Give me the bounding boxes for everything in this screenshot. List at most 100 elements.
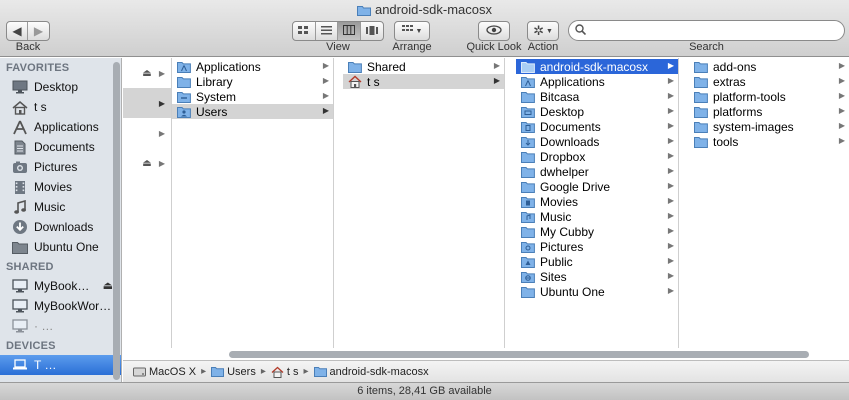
list-item[interactable]: Downloads ▶ — [516, 134, 678, 149]
list-item[interactable]: android-sdk-macosx ▶ — [516, 59, 678, 74]
arrange-label: Arrange — [392, 41, 432, 53]
forward-button[interactable]: ▶ — [28, 22, 49, 40]
sidebar-item-pictures[interactable]: Pictures — [0, 157, 121, 177]
folder-icon — [348, 60, 362, 73]
chevron-right-icon: ▶ — [493, 61, 500, 70]
list-item[interactable]: platforms ▶ — [689, 104, 849, 119]
list-item[interactable]: Public ▶ — [516, 254, 678, 269]
view-label: View — [326, 41, 350, 53]
list-item[interactable]: tools ▶ — [689, 134, 849, 149]
status-bar: 6 items, 28,41 GB available — [0, 382, 849, 400]
column-volumes: ⏏ ▶ ▶ ▶ ⏏ ▶ — [123, 58, 172, 348]
list-item[interactable]: Shared ▶ — [343, 59, 504, 74]
eject-icon[interactable]: ⏏ — [142, 68, 151, 79]
coverflow-view-button[interactable] — [361, 22, 383, 40]
icon-view-button[interactable] — [293, 22, 316, 40]
list-item[interactable]: Users ▶ — [172, 104, 333, 119]
path-separator-icon: ▸ — [303, 366, 309, 377]
volume-row[interactable]: ▶ — [123, 118, 171, 148]
list-item[interactable]: Bitcasa ▶ — [516, 89, 678, 104]
list-item[interactable]: system-images ▶ — [689, 119, 849, 134]
column-view-icon — [342, 24, 355, 38]
back-label: Back — [15, 41, 41, 53]
volume-row[interactable]: ⏏ ▶ — [123, 148, 171, 178]
downloads-icon — [12, 219, 28, 235]
chevron-right-icon: ▶ — [667, 241, 674, 250]
sidebar-item-documents[interactable]: Documents — [0, 137, 121, 157]
chevron-right-icon: ▶ — [838, 136, 845, 145]
sidebar-item-home[interactable]: t s — [0, 97, 121, 117]
sidebar-item-ubuntu-one[interactable]: Ubuntu One — [0, 237, 121, 257]
column-view-button[interactable] — [338, 22, 361, 40]
list-item[interactable]: extras ▶ — [689, 74, 849, 89]
sidebar-item-applications[interactable]: Applications — [0, 117, 121, 137]
computer-icon — [12, 318, 28, 334]
list-item[interactable]: My Cubby ▶ — [516, 224, 678, 239]
volume-row[interactable]: ▶ — [123, 88, 171, 118]
list-item[interactable]: platform-tools ▶ — [689, 89, 849, 104]
list-item[interactable]: Music ▶ — [516, 209, 678, 224]
path-segment-users[interactable]: Users — [211, 366, 256, 378]
chevron-right-icon: ▶ — [667, 136, 674, 145]
documents-folder-icon — [521, 120, 535, 133]
list-item[interactable]: System ▶ — [172, 89, 333, 104]
path-segment-android-sdk[interactable]: android-sdk-macosx — [313, 366, 429, 378]
list-item[interactable]: Sites ▶ — [516, 269, 678, 284]
eject-icon[interactable]: ⏏ — [103, 279, 113, 292]
chevron-right-icon: ▶ — [667, 196, 674, 205]
search-field[interactable] — [568, 20, 845, 41]
finder-window: android-sdk-macosx ◀ ▶ Back View ▼ Arran… — [0, 0, 849, 400]
sidebar-header-favorites: FAVORITES — [6, 62, 70, 74]
list-item[interactable]: add-ons ▶ — [689, 59, 849, 74]
path-segment-home[interactable]: t s — [271, 366, 299, 378]
sidebar-item-downloads[interactable]: Downloads — [0, 217, 121, 237]
column-root: Applications ▶ Library ▶ System ▶ Users ▶ — [172, 58, 334, 348]
sidebar-item-shared-computer[interactable]: · … — [0, 316, 121, 336]
chevron-right-icon: ▶ — [667, 181, 674, 190]
horizontal-scrollbar[interactable] — [123, 348, 849, 360]
chevron-right-icon: ▶ — [838, 76, 845, 85]
list-item[interactable]: Applications ▶ — [172, 59, 333, 74]
list-item[interactable]: dwhelper ▶ — [516, 164, 678, 179]
computer-icon — [12, 278, 28, 294]
list-item[interactable]: Desktop ▶ — [516, 104, 678, 119]
list-item[interactable]: Ubuntu One ▶ — [516, 284, 678, 299]
sidebar-scrollbar[interactable] — [113, 62, 120, 380]
folder-icon — [694, 90, 708, 103]
action-button[interactable]: ✲ ▼ — [527, 21, 559, 41]
back-button[interactable]: ◀ — [7, 22, 28, 40]
list-item[interactable]: Documents ▶ — [516, 119, 678, 134]
list-item[interactable]: t s ▶ — [343, 74, 504, 89]
sidebar-item-mybook[interactable]: MyBook… ⏏ — [0, 276, 121, 296]
list-item[interactable]: Movies ▶ — [516, 194, 678, 209]
list-item[interactable]: Google Drive ▶ — [516, 179, 678, 194]
chevron-right-icon: ▶ — [838, 91, 845, 100]
eject-icon[interactable]: ⏏ — [142, 158, 151, 169]
sidebar-item-music[interactable]: Music — [0, 197, 121, 217]
scrollbar-thumb[interactable] — [229, 351, 809, 358]
list-view-button[interactable] — [316, 22, 338, 40]
sidebar-item-desktop[interactable]: Desktop — [0, 77, 121, 97]
path-segment-macos-x[interactable]: MacOS X — [133, 366, 196, 378]
sidebar-item-macbook[interactable]: T … — [0, 355, 121, 375]
list-item[interactable]: Pictures ▶ — [516, 239, 678, 254]
window-title: android-sdk-macosx — [0, 2, 849, 19]
sidebar-item-mybookworld[interactable]: MyBookWor… — [0, 296, 121, 316]
desktop-folder-icon — [521, 105, 535, 118]
arrange-button[interactable]: ▼ — [394, 21, 430, 41]
list-item[interactable]: Applications ▶ — [516, 74, 678, 89]
quick-look-button[interactable] — [478, 21, 510, 41]
chevron-right-icon: ▶ — [667, 106, 674, 115]
music-folder-icon — [521, 210, 535, 223]
folder-icon — [521, 150, 535, 163]
documents-icon — [12, 139, 28, 155]
chevron-right-icon: ▶ — [667, 91, 674, 100]
sidebar-item-movies[interactable]: Movies — [0, 177, 121, 197]
path-bar: MacOS X ▸ Users ▸ t s ▸ android-sdk-maco… — [123, 360, 849, 382]
list-item[interactable]: Dropbox ▶ — [516, 149, 678, 164]
volume-row[interactable]: ⏏ ▶ — [123, 58, 171, 88]
search-input[interactable] — [590, 23, 844, 38]
list-item[interactable]: Library ▶ — [172, 74, 333, 89]
chevron-right-icon: ▶ — [322, 91, 329, 100]
sidebar-header-devices: DEVICES — [6, 340, 56, 352]
